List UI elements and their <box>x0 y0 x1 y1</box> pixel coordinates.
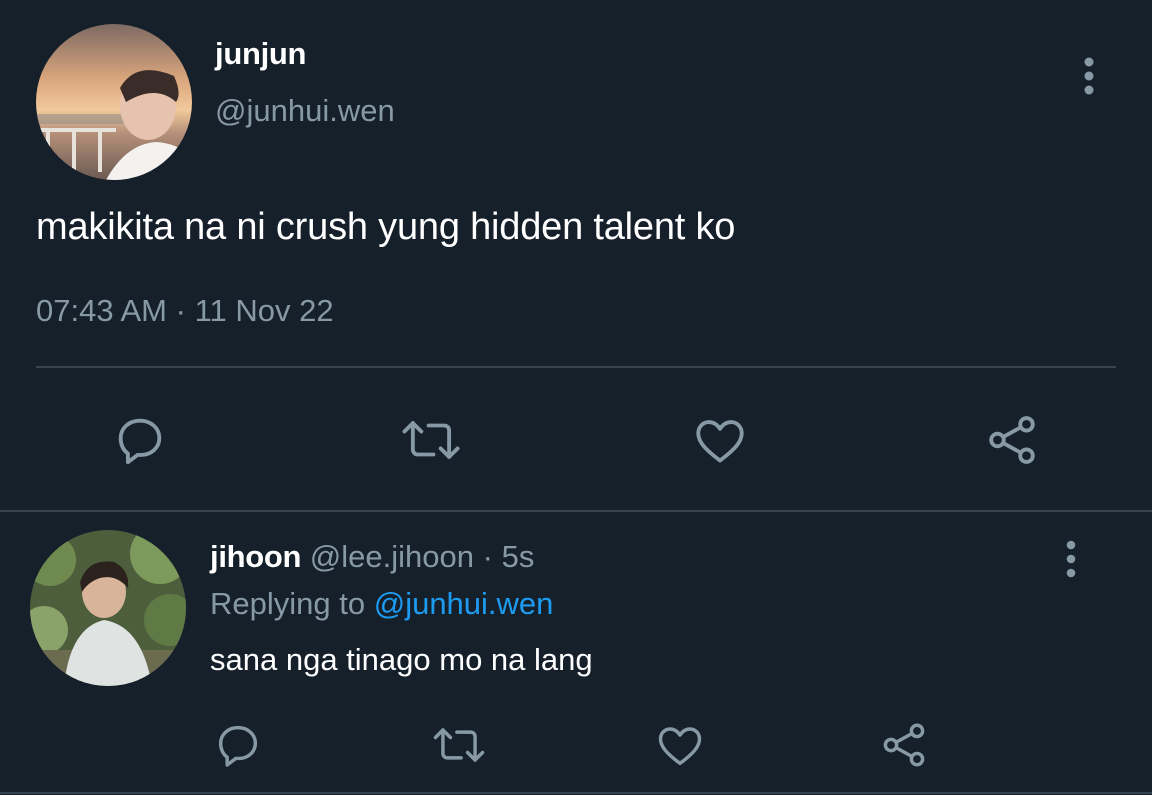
reply-tweet-text: sana nga tinago mo na lang <box>210 642 593 677</box>
main-tweet-text: makikita na ni crush yung hidden talent … <box>36 206 736 248</box>
replying-to-mention[interactable]: @junhui.wen <box>374 586 554 621</box>
more-vertical-icon[interactable] <box>1076 56 1102 96</box>
reply-icon[interactable] <box>108 408 172 472</box>
share-icon[interactable] <box>980 408 1044 472</box>
replying-to-label: Replying to <box>210 586 366 621</box>
reply-time[interactable]: 5s <box>502 539 535 574</box>
reply-display-name[interactable]: jihoon <box>210 539 301 574</box>
section-divider <box>0 510 1152 512</box>
reply-icon[interactable] <box>210 718 266 772</box>
more-vertical-icon[interactable] <box>1058 540 1084 578</box>
reply-header-separator: · <box>482 539 493 574</box>
main-divider <box>36 366 1116 368</box>
main-timestamp[interactable]: 07:43 AM · 11 Nov 22 <box>36 293 334 329</box>
main-time: 07:43 AM <box>36 293 167 328</box>
share-icon[interactable] <box>876 718 932 772</box>
reply-header: jihoon @lee.jihoon · 5s <box>210 539 534 575</box>
main-avatar[interactable] <box>36 24 192 180</box>
like-icon[interactable] <box>688 408 752 472</box>
main-display-name[interactable]: junjun <box>215 36 306 72</box>
reply-handle[interactable]: @lee.jihoon <box>310 539 474 574</box>
retweet-icon[interactable] <box>396 408 466 472</box>
main-meta-separator: · <box>175 293 186 328</box>
retweet-icon[interactable] <box>428 718 490 772</box>
reply-avatar[interactable] <box>30 530 186 686</box>
bottom-divider <box>0 792 1152 794</box>
like-icon[interactable] <box>652 718 708 772</box>
main-date: 11 Nov 22 <box>194 293 334 328</box>
main-handle[interactable]: @junhui.wen <box>215 93 395 129</box>
replying-to-line: Replying to @junhui.wen <box>210 586 553 622</box>
